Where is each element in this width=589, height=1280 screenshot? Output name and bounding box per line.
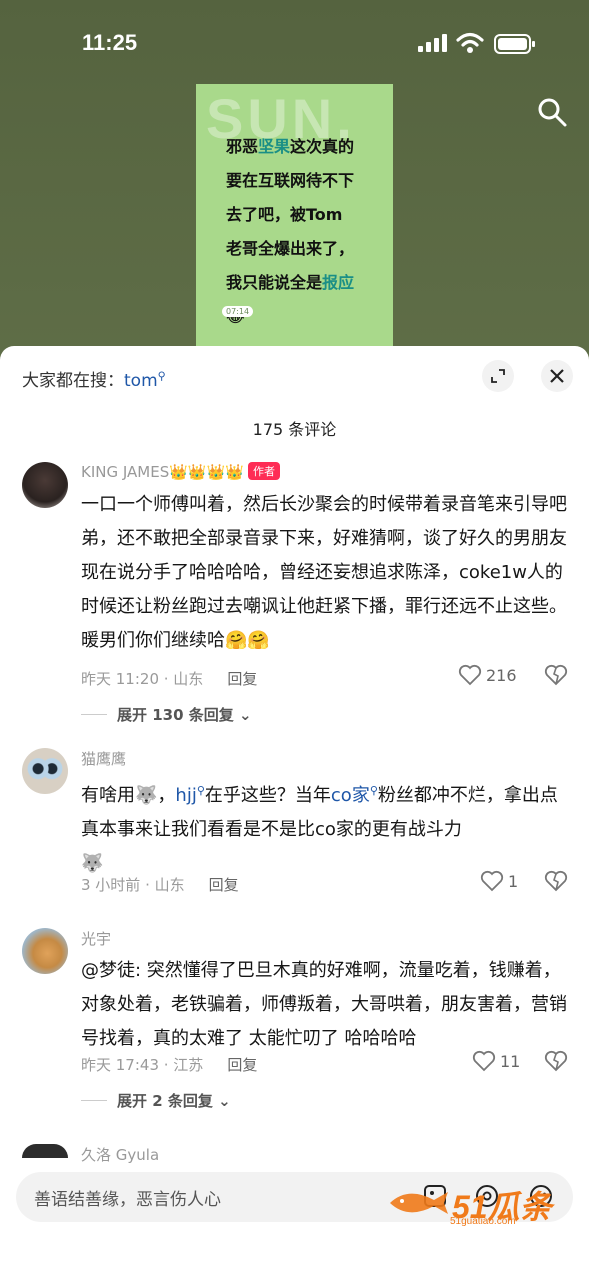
mention-link[interactable]: co家 <box>331 785 370 806</box>
avatar[interactable] <box>22 928 68 974</box>
avatar[interactable] <box>22 748 68 794</box>
brand-url: 51guatiao.com <box>450 1216 516 1227</box>
chevron-down-icon: ⌄ <box>239 706 252 724</box>
mention-link[interactable]: hjj <box>175 785 196 806</box>
video-timestamp: 07:14 <box>222 306 254 317</box>
battery-icon <box>494 34 535 54</box>
like-button[interactable]: 1 <box>480 870 518 892</box>
reply-button[interactable]: 回复 <box>209 876 239 894</box>
comment-count: 175 条评论 <box>252 420 337 439</box>
broken-heart-icon[interactable] <box>544 1050 568 1072</box>
heart-icon <box>480 870 504 892</box>
broken-heart-icon[interactable] <box>544 664 568 686</box>
hot-search-keyword: tom <box>124 371 158 391</box>
reply-button[interactable]: 回复 <box>227 1056 257 1074</box>
expand-replies[interactable]: 展开 2 条回复 ⌄ <box>81 1090 231 1111</box>
wifi-icon <box>456 32 484 53</box>
search-small-icon: ⚲ <box>369 784 378 797</box>
like-button[interactable]: 11 <box>472 1050 520 1072</box>
comment-username[interactable]: 猫鹰鹰 <box>81 748 126 769</box>
heart-icon <box>472 1050 496 1072</box>
hot-search[interactable]: 大家都在搜：tom⚲ <box>22 366 166 391</box>
comment-username[interactable]: KING JAMES👑👑👑👑 作者 <box>81 462 280 481</box>
signal-icon <box>418 34 447 52</box>
avatar[interactable] <box>22 1144 68 1158</box>
reply-button[interactable]: 回复 <box>227 670 257 688</box>
comment-username[interactable]: 光宇 <box>81 928 111 949</box>
author-badge: 作者 <box>247 462 280 480</box>
broken-heart-icon[interactable] <box>544 870 568 892</box>
expand-button[interactable] <box>482 360 514 392</box>
crown-badges: 👑👑👑👑 <box>169 463 244 481</box>
search-icon[interactable] <box>536 96 568 128</box>
search-small-icon: ⚲ <box>157 369 166 383</box>
brand-watermark: 51瓜条 51guatiao.com <box>388 1182 573 1228</box>
comment-text: 一口一个师傅叫着，然后长沙聚会的时候带着录音笔来引导吧弟，还不敢把全部录音录下来… <box>81 494 567 651</box>
status-bar: 11:25 <box>0 28 589 60</box>
husky-emoji-icon: 🐺 <box>81 853 104 874</box>
like-button[interactable]: 216 <box>458 664 517 686</box>
comment-text: @梦徒: 突然懂得了巴旦木真的好难啊，流量吃着，钱赚着，对象处着，老铁骗着，师傅… <box>81 960 567 1049</box>
comment-text: 有啥用🐺，hjj⚲在乎这些？当年co家⚲粉丝都冲不烂，拿出点真本事来让我们看看是… <box>81 784 558 874</box>
expand-replies[interactable]: 展开 130 条回复 ⌄ <box>81 704 252 725</box>
close-button[interactable] <box>541 360 573 392</box>
video-caption: 邪恶坚果这次真的 要在互联网待不下 去了吧，被Tom 老哥全爆出来了， 我只能说… <box>226 137 355 326</box>
husky-emoji-icon: 🐺 <box>135 785 158 806</box>
comment-username[interactable]: 久洛 Gyula <box>81 1144 159 1165</box>
comment-meta: 昨天 17:43 · 江苏 回复 <box>81 1056 258 1074</box>
heart-icon <box>458 664 482 686</box>
avatar[interactable] <box>22 462 68 508</box>
expand-icon <box>491 369 505 383</box>
comment-meta: 昨天 11:20 · 山东 回复 <box>81 670 258 688</box>
status-time: 11:25 <box>82 30 138 55</box>
comment-meta: 3 小时前 · 山东 回复 <box>81 876 239 894</box>
comments-sheet: 大家都在搜：tom⚲ 175 条评论 KING JAMES👑👑👑👑 作者 一口一个… <box>0 346 589 1280</box>
close-icon <box>550 369 564 383</box>
comment-input-placeholder: 善语结善缘，恶言伤人心 <box>34 1190 221 1210</box>
fish-logo-icon <box>390 1192 448 1214</box>
search-small-icon: ⚲ <box>196 784 205 797</box>
chevron-down-icon: ⌄ <box>218 1092 231 1110</box>
video-frame[interactable]: SUN. 邪恶坚果这次真的 要在互联网待不下 去了吧，被Tom 老哥全爆出来了，… <box>196 84 393 346</box>
